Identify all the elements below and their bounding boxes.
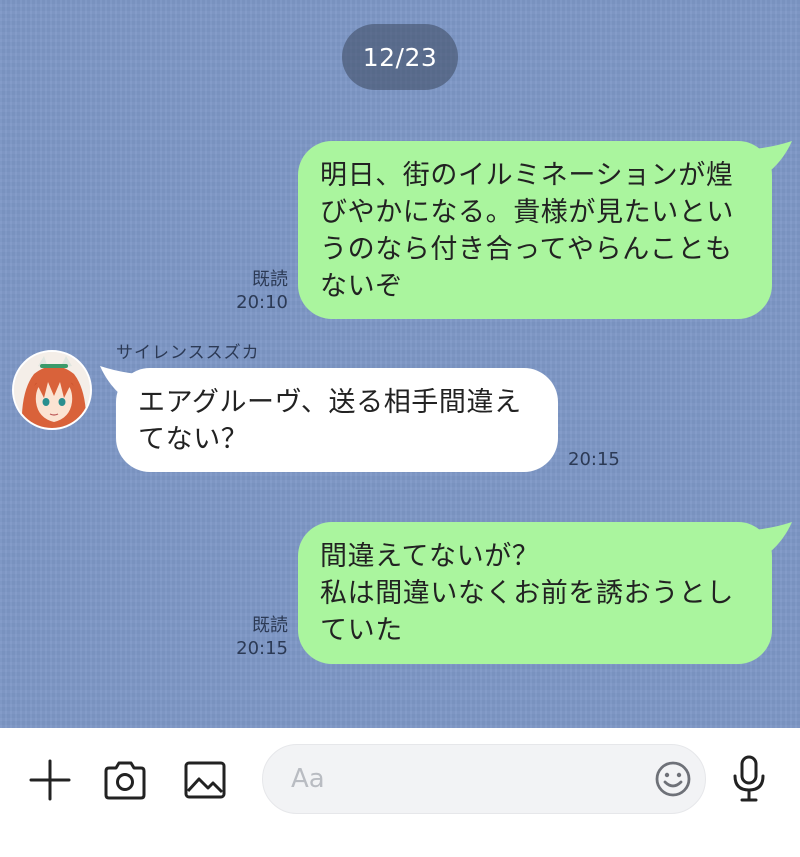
avatar-image xyxy=(14,352,90,428)
message-line: 明日、街のイルミネーションが煌 xyxy=(320,160,734,191)
read-receipt: 既読 xyxy=(252,615,288,636)
message-meta: 既読 20:15 xyxy=(222,614,288,660)
message-line: エアグルーヴ、送る相手間違え xyxy=(138,387,522,418)
read-receipt: 既読 xyxy=(252,269,288,290)
message-bubble-outgoing[interactable]: 間違えてないが？ 私は間違いなくお前を誘おうとし ていた xyxy=(298,522,772,664)
avatar[interactable] xyxy=(12,350,92,430)
camera-icon[interactable] xyxy=(100,756,150,804)
emoji-icon[interactable] xyxy=(650,756,696,802)
message-bubble-incoming[interactable]: エアグルーヴ、送る相手間違え てない？ xyxy=(116,368,558,472)
message-line: うのなら付き合ってやらんことも xyxy=(320,234,733,265)
message-input[interactable]: Aa xyxy=(262,744,706,814)
plus-icon[interactable] xyxy=(26,756,74,804)
message-line: てない？ xyxy=(138,424,249,455)
message-line: びやかになる。貴様が見たいとい xyxy=(320,197,734,228)
bubble-tail xyxy=(100,366,138,396)
message-meta: 20:15 xyxy=(568,448,628,471)
message-line: 間違えてないが？ xyxy=(320,541,540,572)
bubble-tail xyxy=(754,522,792,552)
microphone-icon[interactable] xyxy=(724,752,774,806)
image-icon[interactable] xyxy=(180,756,230,804)
message-bubble-outgoing[interactable]: 明日、街のイルミネーションが煌 びやかになる。貴様が見たいとい うのなら付き合っ… xyxy=(298,141,772,319)
sender-name: サイレンススズカ xyxy=(116,343,260,363)
message-time: 20:10 xyxy=(236,292,288,313)
date-separator: 12/23 xyxy=(342,24,458,90)
bubble-tail xyxy=(754,141,792,171)
message-time: 20:15 xyxy=(236,638,288,659)
message-line: ていた xyxy=(320,615,403,646)
message-meta: 既読 20:10 xyxy=(222,268,288,314)
chat-area[interactable]: 12/23 既読 20:10 明日、街のイルミネーションが煌 びやかになる。貴様… xyxy=(0,0,800,728)
message-line: ないぞ xyxy=(320,271,403,302)
message-line: 私は間違いなくお前を誘おうとし xyxy=(320,578,734,609)
message-time: 20:15 xyxy=(568,449,620,470)
